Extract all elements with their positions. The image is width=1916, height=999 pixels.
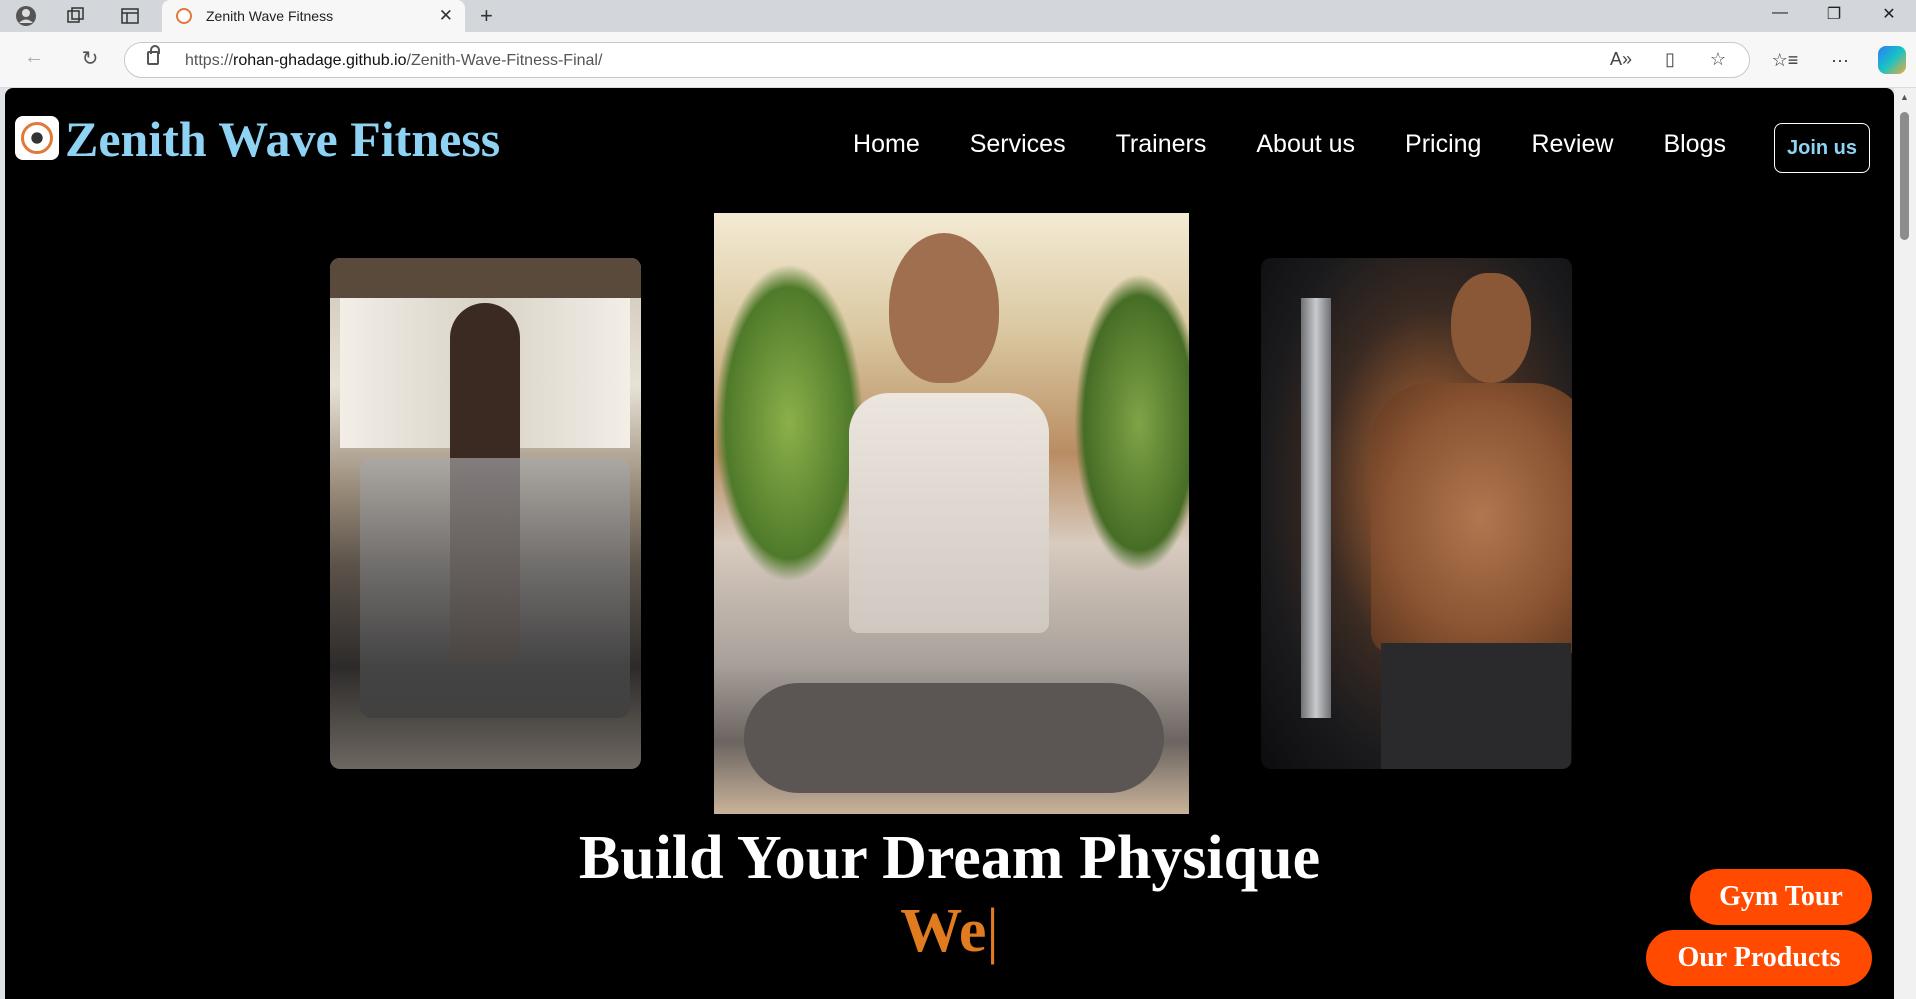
- nav-home[interactable]: Home: [853, 130, 920, 159]
- site-favicon-icon: [176, 8, 192, 24]
- brand-name[interactable]: Zenith Wave Fitness: [65, 110, 500, 168]
- bodybuilder-photo: [1261, 258, 1572, 769]
- nav-blogs[interactable]: Blogs: [1663, 130, 1726, 159]
- favorite-star-icon[interactable]: ☆: [1705, 49, 1731, 70]
- close-icon[interactable]: ✕: [439, 6, 453, 26]
- main-nav: Home Services Trainers About us Pricing …: [853, 130, 1726, 159]
- scrollbar[interactable]: ▲: [1894, 88, 1916, 999]
- yoga-woman-photo: [714, 213, 1189, 814]
- typed-word: We: [900, 897, 987, 965]
- hero-title: Build Your Dream Physique: [578, 824, 1321, 892]
- address-bar: ← ↻ https://rohan-ghadage.github.io/Zeni…: [0, 32, 1916, 88]
- nav-trainers[interactable]: Trainers: [1116, 130, 1207, 159]
- nav-about-us[interactable]: About us: [1256, 130, 1355, 159]
- typing-cursor: |: [986, 897, 999, 965]
- restore-icon[interactable]: ❐: [1819, 4, 1849, 24]
- minimize-icon[interactable]: —: [1765, 4, 1795, 22]
- web-page: Zenith Wave Fitness Home Services Traine…: [5, 88, 1894, 999]
- site-logo[interactable]: [15, 116, 59, 160]
- new-tab-icon[interactable]: +: [480, 3, 493, 29]
- treadmill-runner-photo: [330, 258, 641, 769]
- gym-tour-button[interactable]: Gym Tour: [1690, 869, 1872, 925]
- favorites-icon[interactable]: ☆≡: [1770, 50, 1800, 71]
- our-products-button[interactable]: Our Products: [1646, 930, 1872, 986]
- workspaces-icon[interactable]: [64, 4, 88, 28]
- read-aloud-icon[interactable]: A»: [1608, 49, 1634, 70]
- url-field[interactable]: https://rohan-ghadage.github.io/Zenith-W…: [124, 42, 1750, 78]
- typed-text: We|: [5, 896, 1894, 967]
- logo-emblem-icon: [21, 122, 53, 154]
- more-icon[interactable]: ···: [1825, 50, 1855, 71]
- immersive-reader-icon[interactable]: ▯: [1657, 49, 1683, 70]
- url-text: https://rohan-ghadage.github.io/Zenith-W…: [185, 52, 603, 69]
- join-us-button[interactable]: Join us: [1774, 123, 1870, 173]
- back-icon[interactable]: ←: [20, 46, 48, 69]
- lock-icon[interactable]: [147, 45, 160, 65]
- copilot-icon[interactable]: [1878, 46, 1906, 74]
- tab-actions-icon[interactable]: [118, 4, 142, 28]
- window-close-icon[interactable]: ✕: [1874, 4, 1904, 24]
- nav-services[interactable]: Services: [970, 130, 1066, 159]
- profile-icon[interactable]: [14, 4, 38, 28]
- tab-strip: Zenith Wave Fitness ✕ + — ❐ ✕: [0, 0, 1916, 32]
- active-tab[interactable]: Zenith Wave Fitness ✕: [162, 0, 465, 32]
- nav-review[interactable]: Review: [1531, 130, 1613, 159]
- tab-title: Zenith Wave Fitness: [206, 8, 334, 24]
- reload-icon[interactable]: ↻: [76, 46, 104, 71]
- scroll-up-icon[interactable]: ▲: [1900, 92, 1909, 102]
- nav-pricing[interactable]: Pricing: [1405, 130, 1481, 159]
- scroll-thumb[interactable]: [1900, 112, 1909, 240]
